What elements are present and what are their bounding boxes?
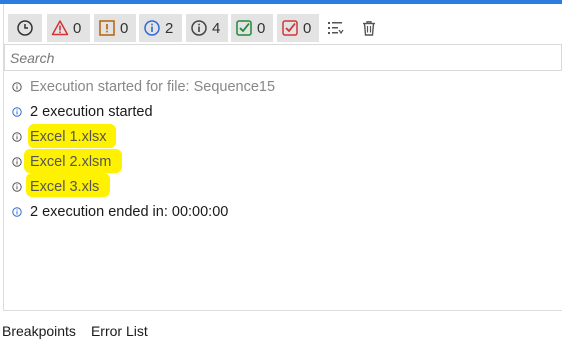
trace-info-icon [12, 132, 22, 142]
bottom-tab-strip: Breakpoints Error List [0, 320, 163, 341]
search-box[interactable] [4, 44, 562, 71]
trace-info-icon [12, 182, 22, 192]
trace-info-icon [191, 20, 207, 36]
failed-check-filter-button[interactable]: 0 [277, 14, 319, 42]
log-list: Execution started for file: Sequence15 2… [12, 74, 275, 224]
trace-info-count: 4 [212, 19, 221, 37]
trash-icon [363, 21, 375, 36]
trace-info-filter-button[interactable]: 4 [186, 14, 228, 42]
error-count: 0 [73, 19, 82, 37]
log-row[interactable]: Excel 1.xlsx [12, 124, 275, 149]
trace-filter-button[interactable] [8, 14, 42, 42]
clear-log-button[interactable] [355, 14, 383, 42]
error-filter-button[interactable]: 0 [47, 14, 90, 42]
info-icon [12, 107, 22, 117]
log-row[interactable]: Execution started for file: Sequence15 [12, 74, 275, 99]
clock-icon [17, 20, 33, 36]
log-message: Execution started for file: Sequence15 [30, 78, 276, 95]
log-row[interactable]: 2 execution started [12, 99, 275, 124]
log-message: 2 execution started [30, 103, 153, 120]
tab-breakpoints[interactable]: Breakpoints [2, 323, 76, 339]
expand-collapse-icon [328, 22, 344, 35]
check-red-icon [282, 20, 298, 36]
tab-error-list[interactable]: Error List [91, 323, 148, 339]
info-icon [144, 20, 160, 36]
error-triangle-icon [51, 20, 69, 36]
log-message: Excel 1.xlsx [30, 128, 107, 145]
warning-filter-button[interactable]: 0 [94, 14, 136, 42]
log-message: Excel 2.xlsm [30, 153, 112, 170]
failed-check-count: 0 [303, 19, 312, 37]
check-icon [236, 20, 252, 36]
info-icon [12, 207, 22, 217]
log-message: 2 execution ended in: 00:00:00 [30, 203, 229, 220]
trace-info-icon [12, 157, 22, 167]
info-filter-button[interactable]: 2 [139, 14, 182, 42]
output-panel-window: 0 0 2 4 0 0 Search Execution started for… [0, 0, 562, 341]
warning-count: 0 [120, 19, 129, 37]
success-filter-button[interactable]: 0 [231, 14, 273, 42]
log-row[interactable]: Excel 3.xls [12, 174, 275, 199]
log-message: Excel 3.xls [30, 178, 100, 195]
output-toolbar: 0 0 2 4 0 0 [4, 8, 562, 44]
info-count: 2 [165, 19, 174, 37]
log-row[interactable]: 2 execution ended in: 00:00:00 [12, 199, 275, 224]
log-row[interactable]: Excel 2.xlsm [12, 149, 275, 174]
expand-collapse-button[interactable] [321, 14, 349, 42]
search-input[interactable] [10, 49, 561, 66]
success-count: 0 [257, 19, 266, 37]
trace-info-icon [12, 82, 22, 92]
warning-icon [99, 20, 115, 36]
